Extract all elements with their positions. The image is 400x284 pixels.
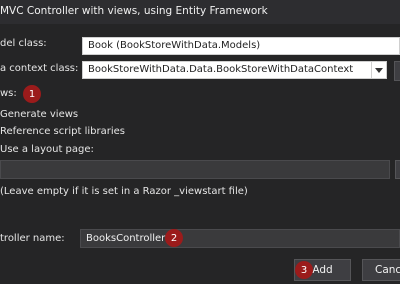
layout-hint: (Leave empty if it is set in a Razor _vi… [0, 186, 248, 197]
generate-views-checkbox[interactable]: Generate views [0, 109, 78, 120]
use-layout-checkbox[interactable]: Use a layout page: [0, 144, 94, 155]
views-label: ws: [0, 88, 17, 99]
cancel-button[interactable]: Cance [362, 259, 400, 281]
model-class-label: del class: [0, 38, 47, 49]
add-button-label: Add [312, 264, 333, 276]
layout-browse-button[interactable] [395, 160, 400, 179]
model-class-field[interactable]: Book (BookStoreWithData.Models) [82, 37, 400, 55]
step-badge: 3 [295, 261, 313, 279]
controller-name-label: troller name: [0, 233, 65, 244]
chevron-down-icon[interactable] [371, 62, 386, 78]
controller-name-input[interactable]: BooksController [80, 229, 400, 248]
data-context-combo[interactable]: BookStoreWithData.Data.BookStoreWithData… [82, 61, 387, 79]
window-title: MVC Controller with views, using Entity … [0, 5, 268, 17]
cancel-button-label: Cance [375, 264, 400, 276]
reference-scripts-checkbox[interactable]: Reference script libraries [0, 126, 125, 137]
data-context-add-button[interactable] [394, 61, 400, 81]
data-context-label: a context class: [0, 63, 79, 74]
step-badge: 1 [23, 85, 41, 103]
data-context-value: BookStoreWithData.Data.BookStoreWithData… [88, 64, 354, 75]
layout-page-input[interactable] [0, 160, 390, 179]
title-bar: MVC Controller with views, using Entity … [0, 0, 400, 24]
step-badge: 2 [165, 229, 183, 247]
